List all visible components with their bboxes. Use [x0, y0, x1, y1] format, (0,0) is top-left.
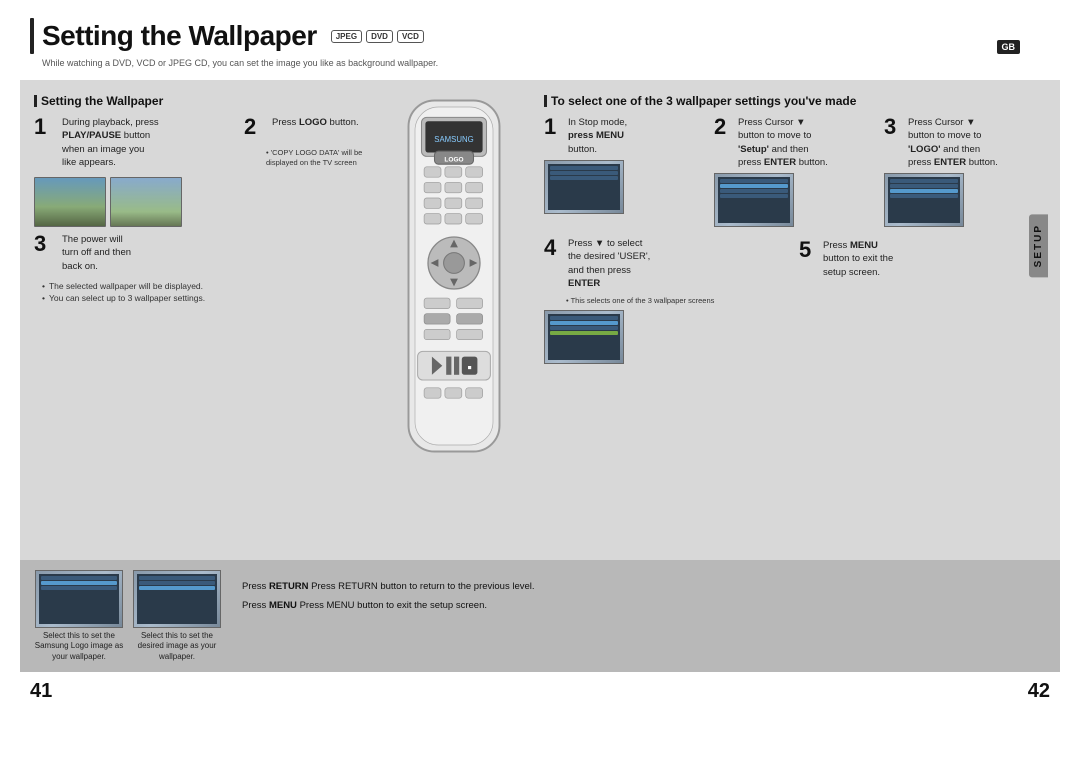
- steps-1-3-grid: 1 In Stop mode, press MENU button.: [544, 116, 1046, 227]
- right-step-1: 1 In Stop mode, press MENU button.: [544, 116, 706, 227]
- step-2: 2 Press LOGO button. • 'COPY LOGO DATA' …: [244, 116, 364, 227]
- step-1-desc: During playback, press PLAY/PAUSE button…: [62, 116, 159, 169]
- right-screen-3: [884, 173, 964, 227]
- svg-text:LOGO: LOGO: [444, 157, 463, 164]
- page-title: Setting the Wallpaper: [42, 20, 317, 52]
- step-2-text: 2 Press LOGO button.: [244, 116, 364, 138]
- bottom-screen-2: [133, 570, 221, 628]
- format-badges: JPEG DVD VCD: [331, 30, 424, 43]
- right-step-5-text: Press MENU button to exit the setup scre…: [823, 239, 893, 279]
- right-step-2-header: 2 Press Cursor ▼ button to move to 'Setu…: [714, 116, 876, 169]
- left-panel: Setting the Wallpaper 1 During playback,…: [34, 94, 374, 550]
- right-step-1-text: In Stop mode, press MENU button.: [568, 116, 627, 156]
- page-subtitle: While watching a DVD, VCD or JPEG CD, yo…: [42, 58, 1050, 68]
- thumb-landscape: [34, 177, 106, 227]
- right-page-num: 42: [1028, 680, 1050, 703]
- right-step-5: 5 Press MENU button to exit the setup sc…: [799, 237, 1046, 364]
- main-content: Setting the Wallpaper 1 During playback,…: [20, 80, 1060, 560]
- bottom-thumb-2: Select this to set the desired image as …: [132, 570, 222, 662]
- bullet-2: You can select up to 3 wallpaper setting…: [42, 293, 364, 305]
- right-step-3-header: 3 Press Cursor ▼ button to move to 'LOGO…: [884, 116, 1046, 169]
- bullet-list: The selected wallpaper will be displayed…: [42, 281, 364, 305]
- page-container: Setting the Wallpaper JPEG DVD VCD GB Wh…: [0, 0, 1080, 763]
- right-step-3-text: Press Cursor ▼ button to move to 'LOGO' …: [908, 116, 998, 169]
- remote-control-area: SAMSUNG: [374, 94, 534, 550]
- right-step-2: 2 Press Cursor ▼ button to move to 'Setu…: [714, 116, 876, 227]
- step-3-desc: The power will turn off and then back on…: [62, 233, 131, 273]
- setup-tab: SETUP: [1029, 214, 1048, 277]
- right-panel: To select one of the 3 wallpaper setting…: [534, 94, 1046, 550]
- left-page-num: 41: [30, 680, 52, 703]
- right-step-4-text: Press ▼ to select the desired 'USER', an…: [568, 237, 650, 290]
- step-1-images: [34, 177, 236, 227]
- top-section: Setting the Wallpaper JPEG DVD VCD GB Wh…: [0, 0, 1080, 80]
- section-title-bar: [34, 95, 37, 107]
- steps-4-5-row: 4 Press ▼ to select the desired 'USER', …: [544, 237, 1046, 364]
- bottom-note-2: Press MENU Press MENU button to exit the…: [242, 599, 1046, 612]
- badge-vcd: VCD: [397, 30, 424, 43]
- svg-text:SAMSUNG: SAMSUNG: [434, 135, 473, 144]
- right-step-3: 3 Press Cursor ▼ button to move to 'LOGO…: [884, 116, 1046, 227]
- step-3: 3 The power will turn off and then back …: [34, 233, 364, 273]
- title-accent-bar: [30, 18, 34, 54]
- bottom-screen-1: [35, 570, 123, 628]
- bullet-1: The selected wallpaper will be displayed…: [42, 281, 364, 293]
- right-section-title-bar: [544, 95, 547, 107]
- bottom-note-1: Press RETURN Press RETURN button to retu…: [242, 580, 1046, 593]
- remote-svg: SAMSUNG: [389, 94, 519, 484]
- step-2-desc: Press LOGO button.: [272, 116, 359, 138]
- right-step-4-header: 4 Press ▼ to select the desired 'USER', …: [544, 237, 791, 290]
- right-step-4: 4 Press ▼ to select the desired 'USER', …: [544, 237, 791, 364]
- bottom-thumb-2-label: Select this to set the desired image as …: [132, 631, 222, 662]
- bottom-thumb-1: Select this to set the Samsung Logo imag…: [34, 570, 124, 662]
- right-step-5-header: 5 Press MENU button to exit the setup sc…: [799, 239, 1046, 279]
- steps-1-2-row: 1 During playback, press PLAY/PAUSE butt…: [34, 116, 364, 227]
- copy-logo-note: • 'COPY LOGO DATA' will be displayed on …: [266, 148, 364, 168]
- step-1-text: 1 During playback, press PLAY/PAUSE butt…: [34, 116, 236, 169]
- step-1: 1 During playback, press PLAY/PAUSE butt…: [34, 116, 236, 227]
- badge-dvd: DVD: [366, 30, 393, 43]
- left-section-title: Setting the Wallpaper: [34, 94, 364, 108]
- bottom-section: Select this to set the Samsung Logo imag…: [20, 560, 1060, 672]
- bottom-notes: Press RETURN Press RETURN button to retu…: [242, 570, 1046, 613]
- right-screen-1: [544, 160, 624, 214]
- right-step-2-text: Press Cursor ▼ button to move to 'Setup'…: [738, 116, 828, 169]
- right-step-1-header: 1 In Stop mode, press MENU button.: [544, 116, 706, 156]
- bottom-thumb-1-label: Select this to set the Samsung Logo imag…: [34, 631, 124, 662]
- right-screen-2: [714, 173, 794, 227]
- badge-jpeg: JPEG: [331, 30, 362, 43]
- right-screen-4: [544, 310, 624, 364]
- bottom-thumbs: Select this to set the Samsung Logo imag…: [34, 570, 222, 662]
- svg-text:■: ■: [468, 365, 472, 372]
- thumb-portrait: [110, 177, 182, 227]
- right-section-title: To select one of the 3 wallpaper setting…: [544, 94, 1046, 108]
- title-row: Setting the Wallpaper JPEG DVD VCD GB: [30, 18, 1050, 54]
- gb-badge: GB: [997, 40, 1021, 54]
- step-4-note: • This selects one of the 3 wallpaper sc…: [566, 296, 791, 306]
- page-numbers: 41 42: [0, 672, 1080, 711]
